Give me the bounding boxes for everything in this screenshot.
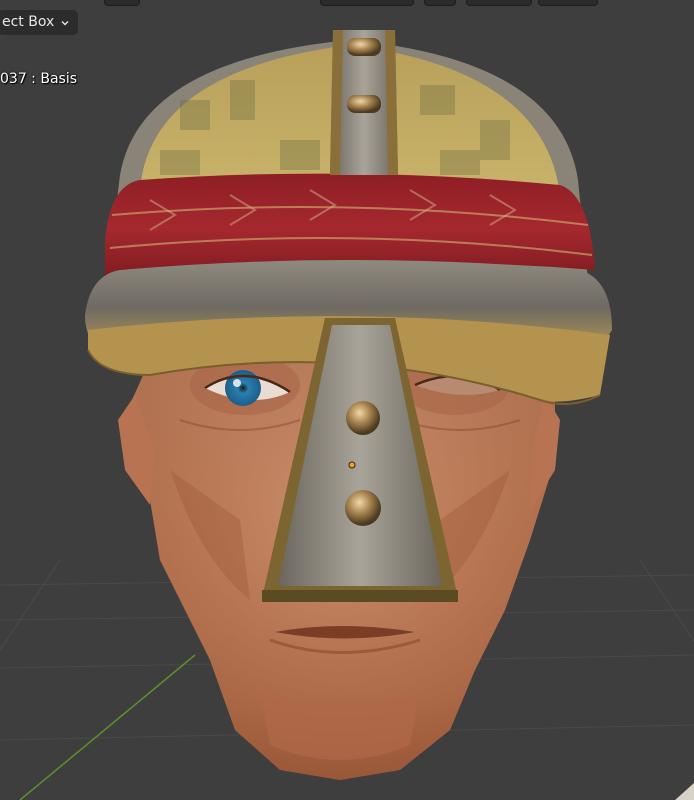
- nose-guard-rivet: [345, 490, 381, 526]
- 3d-model-head[interactable]: [0, 0, 694, 800]
- 3d-viewport[interactable]: ect Box 037 : Basis: [0, 0, 694, 800]
- top-rivet: [347, 95, 381, 113]
- partial-object[interactable]: [654, 750, 694, 800]
- top-rivet: [347, 38, 381, 56]
- origin-dot-icon: [348, 461, 356, 469]
- nose-guard-rivet: [346, 401, 380, 435]
